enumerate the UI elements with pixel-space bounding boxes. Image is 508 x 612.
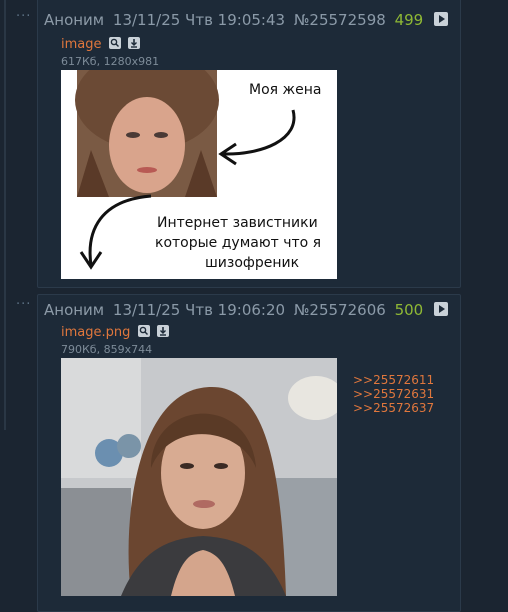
file-name-link[interactable]: image.png xyxy=(61,325,130,340)
reply-link[interactable]: >>25572637 xyxy=(353,401,443,415)
post: ··· Аноним 13/11/25 Чтв 19:06:20 №255726… xyxy=(16,294,461,612)
file-line: image xyxy=(61,37,140,52)
search-icon[interactable] xyxy=(108,37,121,49)
meme-caption-bottom: Интернет завистники которые думают что я… xyxy=(155,215,326,271)
post-number[interactable]: №25572606 xyxy=(294,301,386,319)
post-image[interactable]: Моя жена Интернет завистники которые дум… xyxy=(61,70,337,279)
reply-link[interactable]: >>25572611 xyxy=(353,373,443,387)
post-number[interactable]: №25572598 xyxy=(294,11,386,29)
meme-caption-top: Моя жена xyxy=(249,82,321,98)
post-author: Аноним xyxy=(44,301,105,319)
thread-line xyxy=(4,0,6,430)
play-icon[interactable] xyxy=(433,302,448,316)
post-menu-icon[interactable]: ··· xyxy=(16,9,31,24)
play-icon[interactable] xyxy=(433,12,448,26)
post-image[interactable] xyxy=(61,358,337,596)
file-info: 617Кб, 1280x981 xyxy=(61,55,160,68)
post-datetime: 13/11/25 Чтв 19:05:43 xyxy=(112,11,286,29)
post-count: 500 xyxy=(394,301,424,319)
download-icon[interactable] xyxy=(156,325,169,337)
post-author: Аноним xyxy=(44,11,105,29)
post-header: Аноним 13/11/25 Чтв 19:05:43 №25572598 4… xyxy=(44,11,452,29)
download-icon[interactable] xyxy=(127,37,140,49)
file-line: image.png xyxy=(61,325,169,340)
reply-links: >>25572611 >>25572631 >>25572637 xyxy=(353,373,443,415)
reply-link[interactable]: >>25572631 xyxy=(353,387,443,401)
post-datetime: 13/11/25 Чтв 19:06:20 xyxy=(112,301,286,319)
post-header: Аноним 13/11/25 Чтв 19:06:20 №25572606 5… xyxy=(44,301,452,319)
file-info: 790Кб, 859x744 xyxy=(61,343,153,356)
post-menu-icon[interactable]: ··· xyxy=(16,297,31,312)
search-icon[interactable] xyxy=(137,325,150,337)
post: ··· Аноним 13/11/25 Чтв 19:05:43 №255725… xyxy=(16,0,461,288)
post-count: 499 xyxy=(394,11,424,29)
file-name-link[interactable]: image xyxy=(61,37,102,52)
